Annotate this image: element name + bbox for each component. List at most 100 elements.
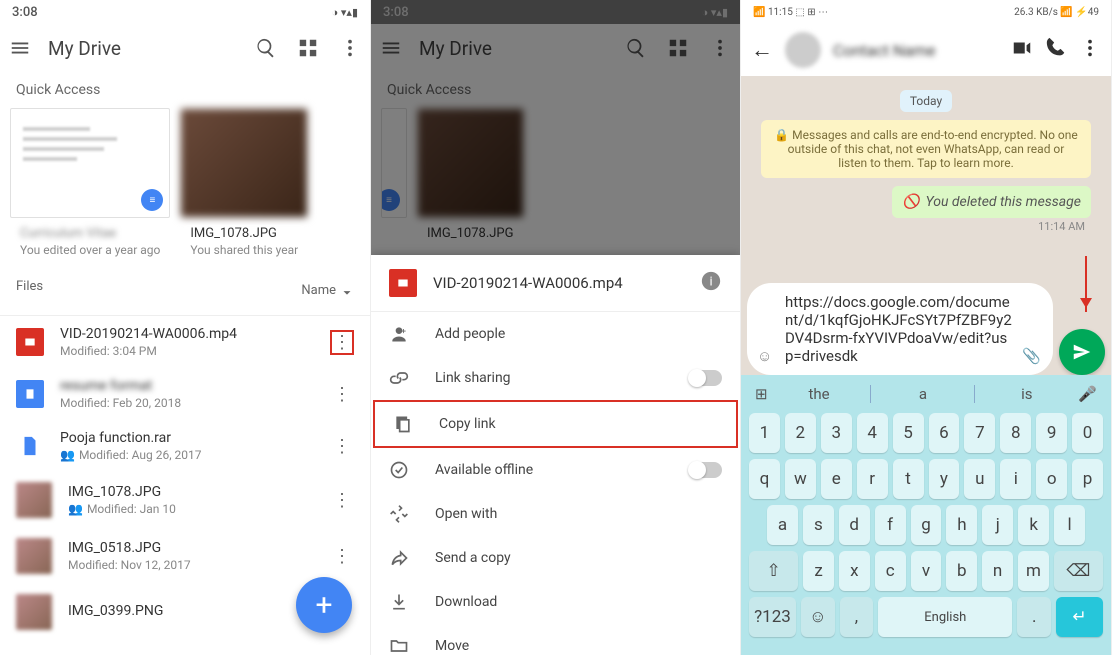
key-9[interactable]: 9: [1036, 413, 1067, 453]
key-0[interactable]: 0: [1072, 413, 1103, 453]
keyboard-apps-icon[interactable]: ⊞: [755, 385, 768, 403]
mic-icon[interactable]: 🎤: [1078, 385, 1097, 403]
status-left: 📶 11:15 ⬚ ⊞ ⋯: [753, 7, 828, 18]
sug-2[interactable]: a: [879, 385, 966, 403]
sug-3[interactable]: is: [983, 385, 1070, 403]
key-n[interactable]: n: [982, 551, 1013, 591]
opt-copy-link[interactable]: Copy link: [373, 400, 738, 448]
key-4[interactable]: 4: [857, 413, 888, 453]
overflow-icon[interactable]: [338, 36, 362, 60]
shared-icon: 👥: [60, 448, 75, 462]
video-file-icon: [389, 269, 417, 297]
key-3[interactable]: 3: [821, 413, 852, 453]
key-1[interactable]: 1: [749, 413, 780, 453]
file-overflow[interactable]: ⋮: [330, 490, 354, 511]
key-5[interactable]: 5: [893, 413, 924, 453]
encryption-notice[interactable]: 🔒 Messages and calls are end-to-end encr…: [761, 120, 1091, 178]
qa-card-doc[interactable]: ≡: [10, 108, 170, 218]
key-r[interactable]: r: [857, 459, 888, 499]
key-y[interactable]: y: [929, 459, 960, 499]
fab-add[interactable]: +: [296, 577, 352, 633]
key-b[interactable]: b: [946, 551, 977, 591]
info-icon[interactable]: i: [700, 270, 722, 296]
key-q[interactable]: q: [749, 459, 780, 499]
key-d[interactable]: d: [839, 505, 870, 545]
key-a[interactable]: a: [767, 505, 798, 545]
key-t[interactable]: t: [893, 459, 924, 499]
key-j[interactable]: j: [982, 505, 1013, 545]
comma-key[interactable]: ,: [840, 597, 874, 637]
key-g[interactable]: g: [911, 505, 942, 545]
key-7[interactable]: 7: [964, 413, 995, 453]
opt-link-sharing[interactable]: Link sharing: [371, 356, 740, 400]
key-z[interactable]: z: [803, 551, 834, 591]
send-button[interactable]: [1059, 329, 1105, 375]
grid-view-icon[interactable]: [296, 36, 320, 60]
videocall-icon[interactable]: [1011, 37, 1033, 63]
opt-open-with[interactable]: Open with: [371, 492, 740, 536]
opt-move[interactable]: Move: [371, 624, 740, 655]
opt-send-copy[interactable]: Send a copy: [371, 536, 740, 580]
key-h[interactable]: h: [946, 505, 977, 545]
key-w[interactable]: w: [785, 459, 816, 499]
key-v[interactable]: v: [911, 551, 942, 591]
space-key[interactable]: English: [878, 597, 1012, 637]
opt-download[interactable]: Download: [371, 580, 740, 624]
key-e[interactable]: e: [821, 459, 852, 499]
menu-icon[interactable]: [8, 36, 32, 60]
key-x[interactable]: x: [839, 551, 870, 591]
period-key[interactable]: .: [1017, 597, 1051, 637]
link-sharing-toggle[interactable]: [690, 370, 722, 386]
file-row[interactable]: Pooja function.rar👥 Modified: Aug 26, 20…: [0, 420, 370, 472]
symbols-key[interactable]: ?123: [749, 597, 796, 637]
key-k[interactable]: k: [1018, 505, 1049, 545]
file-overflow[interactable]: ⋮: [330, 546, 354, 567]
key-p[interactable]: p: [1072, 459, 1103, 499]
signal-icon: ◑ ▾▴▮: [332, 6, 358, 19]
page-title: My Drive: [48, 37, 238, 60]
emoji-key[interactable]: ☺: [801, 597, 835, 637]
key-c[interactable]: c: [875, 551, 906, 591]
avatar[interactable]: [785, 32, 821, 68]
search-icon[interactable]: [254, 36, 278, 60]
offline-toggle[interactable]: [690, 462, 722, 478]
attach-icon[interactable]: 📎: [1022, 347, 1041, 365]
file-row[interactable]: IMG_1078.JPG👥 Modified: Jan 10⋮: [0, 472, 370, 528]
key-l[interactable]: l: [1054, 505, 1085, 545]
qa-card-image[interactable]: [180, 108, 308, 218]
file-row[interactable]: resume format Modified: Feb 20, 2018⋮: [0, 368, 370, 420]
overflow-icon[interactable]: [1079, 37, 1101, 63]
file-overflow[interactable]: ⋮: [330, 384, 354, 405]
key-8[interactable]: 8: [1000, 413, 1031, 453]
enter-key[interactable]: ↵: [1056, 597, 1103, 637]
key-6[interactable]: 6: [929, 413, 960, 453]
opt-available-offline[interactable]: Available offline: [371, 448, 740, 492]
call-icon[interactable]: [1045, 37, 1067, 63]
deleted-message: 🚫 You deleted this message: [892, 186, 1091, 218]
key-f[interactable]: f: [875, 505, 906, 545]
key-s[interactable]: s: [803, 505, 834, 545]
svg-text:i: i: [709, 275, 712, 290]
video-file-icon: [16, 328, 44, 356]
phone-whatsapp: 📶 11:15 ⬚ ⊞ ⋯ 26.3 KB/s 📶 ⚡49 ← Contact …: [741, 0, 1112, 655]
backspace-key[interactable]: ⌫: [1054, 551, 1103, 591]
sheet-header: VID-20190214-WA0006.mp4 i: [371, 255, 740, 312]
opt-add-people[interactable]: Add people: [371, 312, 740, 356]
key-i[interactable]: i: [1000, 459, 1031, 499]
key-m[interactable]: m: [1018, 551, 1049, 591]
key-o[interactable]: o: [1036, 459, 1067, 499]
phone-drive-sheet: 3:08 ◑ ▾▴▮ My Drive Quick Access ≡ IMG_1…: [371, 0, 741, 655]
sort-by-name[interactable]: Name: [301, 279, 354, 301]
back-icon[interactable]: ←: [751, 37, 773, 63]
contact-name[interactable]: Contact Name: [833, 41, 999, 60]
file-overflow[interactable]: ⋮: [330, 330, 354, 355]
shift-key[interactable]: ⇧: [749, 551, 798, 591]
emoji-icon[interactable]: ☺: [757, 347, 772, 365]
file-overflow[interactable]: ⋮: [330, 436, 354, 457]
file-row[interactable]: VID-20190214-WA0006.mp4 Modified: 3:04 P…: [0, 316, 370, 368]
message-input[interactable]: ☺ https://docs.google.com/document/d/1kq…: [747, 283, 1053, 375]
sug-1[interactable]: the: [776, 385, 863, 403]
key-2[interactable]: 2: [785, 413, 816, 453]
file-row[interactable]: IMG_0518.JPG Modified: Nov 12, 2017⋮: [0, 528, 370, 584]
key-u[interactable]: u: [964, 459, 995, 499]
